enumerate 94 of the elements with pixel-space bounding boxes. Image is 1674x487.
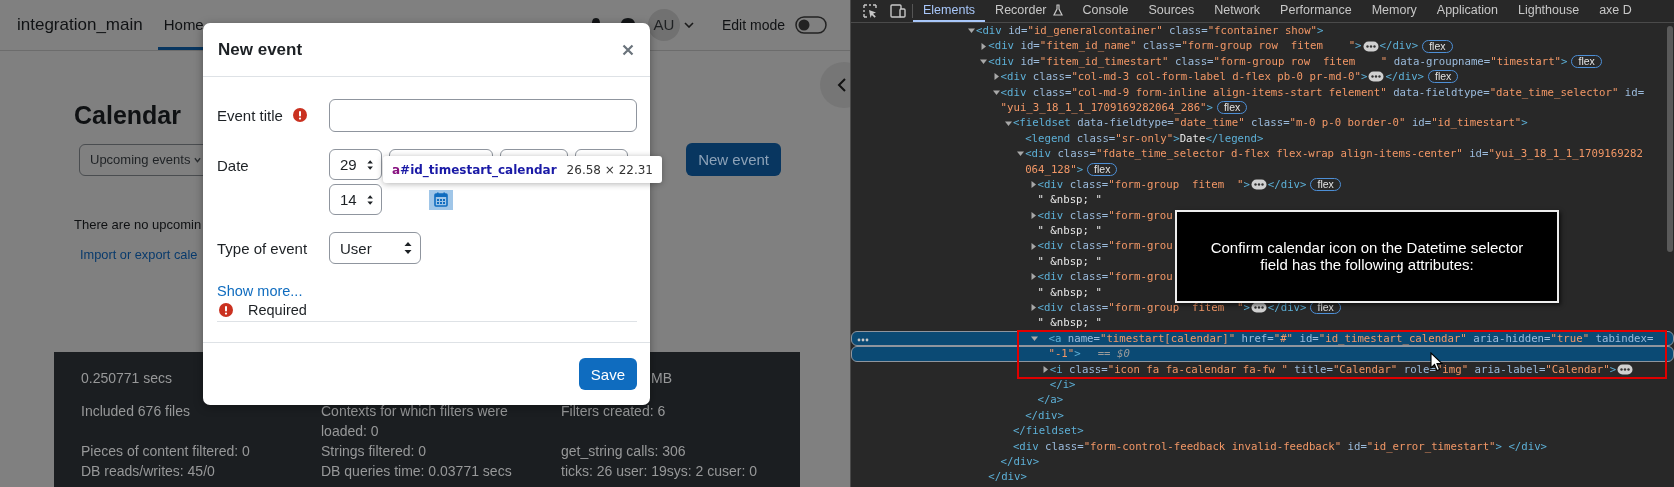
expanded-arrow-icon[interactable] xyxy=(1029,334,1039,343)
expanded-arrow-icon[interactable] xyxy=(1016,149,1026,159)
page-heading: Calendar xyxy=(74,100,181,130)
show-more-link[interactable]: Show more... xyxy=(217,282,637,300)
save-button[interactable]: Save xyxy=(578,358,637,390)
element-selector: a#id_timestart_calendar xyxy=(392,162,557,177)
text-node[interactable]: " &nbsp; " xyxy=(1037,284,1102,301)
closing-tag: </a> xyxy=(1037,392,1064,408)
devtools-tab[interactable]: Network xyxy=(1204,0,1271,22)
text-node[interactable]: " &nbsp; " xyxy=(1037,223,1102,239)
closing-tag: </i> xyxy=(1049,377,1076,393)
closing-tag: </div> xyxy=(1267,176,1307,193)
devtools-tab[interactable]: Memory xyxy=(1361,0,1427,22)
closing-tag: </div> xyxy=(1385,69,1424,85)
close-icon[interactable] xyxy=(622,43,634,56)
ellipsis-icon[interactable] xyxy=(1368,71,1385,83)
code-line[interactable]: <div id="fitem_id_timestart" class="form-group row fitem " data-groupname="timestart"> xyxy=(988,53,1568,70)
code-line[interactable]: <div class="form-grou xyxy=(1037,238,1173,254)
footer-stat: Pieces of content filtered: 0 xyxy=(81,442,250,461)
type-select[interactable]: User xyxy=(329,232,421,264)
date-select[interactable]: 29 xyxy=(329,149,382,180)
code-line[interactable]: "-1"> xyxy=(1048,346,1081,362)
closing-tag: </fieldset> xyxy=(1012,423,1084,439)
required-icon xyxy=(219,303,233,317)
required-note: Required xyxy=(248,302,307,318)
devtools-tab[interactable]: Performance xyxy=(1270,0,1362,22)
closing-tag: </div> xyxy=(988,469,1027,485)
new-event-button[interactable]: New event xyxy=(686,143,781,176)
code-line[interactable]: "yui_3_18_1_1_1709169282064_286"> xyxy=(1000,99,1213,116)
expanded-arrow-icon[interactable] xyxy=(967,26,976,36)
footer-stat: Included 676 files xyxy=(81,402,190,421)
calendar-icon[interactable] xyxy=(429,189,453,210)
flask-icon xyxy=(1052,4,1063,16)
caret-icon[interactable] xyxy=(683,22,694,28)
code-line[interactable]: <fieldset data-fieldtype="date_time" class="m-0 p-0 border-0" id="id_timestart"> xyxy=(1012,115,1528,131)
device-toolbar-icon[interactable] xyxy=(890,4,906,18)
footer-stat: DB queries time: 0.03771 secs xyxy=(321,462,512,481)
code-line[interactable]: <legend class="sr-only">Date</legend> xyxy=(1025,130,1264,147)
code-line[interactable]: <div id="fitem_id_name" class="form-group row fitem "> xyxy=(988,38,1362,54)
more-icon[interactable] xyxy=(857,337,869,342)
code-line[interactable]: <div class="fdate_time_selector d-flex flex-wrap align-items-center" id="yui_3_18_1_1_1709169282 xyxy=(1025,146,1643,162)
closing-tag: </div> xyxy=(1025,407,1064,424)
ellipsis-icon[interactable] xyxy=(1362,40,1379,52)
empty-message: There are no upcomin xyxy=(74,216,202,234)
footer-stat: Filters created: 6 xyxy=(561,402,666,421)
dialog-title: New event xyxy=(218,39,303,60)
ellipsis-icon[interactable] xyxy=(1617,363,1634,375)
field-label: Type of event xyxy=(217,239,308,257)
footer-stat: Contexts for which filters were loaded: 0 xyxy=(321,402,509,441)
toggle-switch[interactable] xyxy=(795,16,827,34)
edit-mode-label: Edit mode xyxy=(721,17,785,33)
code-line[interactable]: <i class="icon fa fa-calendar fa-fw " title="Calendar" role="img" aria-label="Calendar"> xyxy=(1049,361,1617,377)
code-line[interactable]: <div class="form-control-feedback invalid-feedback" id="id_error_timestart"> </div> xyxy=(1012,438,1548,454)
devtools-tab[interactable]: Lighthouse xyxy=(1508,0,1590,22)
code-line[interactable]: <div id="id_generalcontainer" class="fcontainer show"> xyxy=(976,23,1324,39)
text-field[interactable] xyxy=(329,99,637,132)
devtools-tab[interactable]: Sources xyxy=(1138,0,1205,22)
text-node[interactable]: " &nbsp; " xyxy=(1037,253,1102,270)
footer-stat: ticks: 26 user: 19sys: 2 cuser: 0 xyxy=(561,462,758,481)
code-line[interactable]: <div class="col-md-9 form-inline align-items-start felement" data-fieldtype="date_time_selector" id= xyxy=(1000,84,1645,100)
devtools-tab[interactable]: Application xyxy=(1426,0,1508,22)
element-size: 26.58 × 22.31 xyxy=(566,162,653,177)
devtools-tab[interactable]: axe D xyxy=(1589,0,1642,22)
text-node[interactable]: " &nbsp; " xyxy=(1037,315,1102,331)
footer-stat: DB reads/writes: 45/0 xyxy=(81,462,215,481)
code-line[interactable]: <div class="col-md-3 col-form-label d-flex pb-0 pr-md-0"> xyxy=(1000,69,1368,85)
footer-stat: get_string calls: 306 xyxy=(561,442,686,461)
devtools-tab[interactable]: Console xyxy=(1072,0,1139,22)
closing-tag: </div> xyxy=(1000,453,1040,470)
caret-icon xyxy=(404,241,412,255)
ellipsis-icon[interactable] xyxy=(1250,179,1267,191)
scrollbar[interactable] xyxy=(1667,26,1673,252)
callout-text: Confirm calendar icon on the Datetime selector field has the following attributes: xyxy=(1209,239,1525,273)
footer-stat: MB xyxy=(651,369,672,388)
code-line[interactable]: <div class="form-grou xyxy=(1037,207,1173,224)
code-line[interactable]: <div class="form-group fitem "> xyxy=(1037,300,1250,316)
closing-tag: </div> xyxy=(1379,38,1419,54)
console-reference: == $0 xyxy=(1097,347,1130,361)
footer-stat: 0.250771 secs xyxy=(81,369,173,388)
field-label: Event title xyxy=(217,106,283,124)
code-line[interactable]: <div class="form-group fitem "> xyxy=(1037,176,1250,193)
field-label: Date xyxy=(217,156,249,174)
code-line[interactable]: 064_128"> xyxy=(1025,161,1084,177)
collapsed-arrow-icon[interactable] xyxy=(979,41,989,51)
devtools-tab[interactable]: Recorder xyxy=(985,0,1073,22)
chevron-left-icon xyxy=(837,78,847,92)
date-select[interactable]: 14 xyxy=(329,184,382,215)
inspect-icon[interactable] xyxy=(863,4,877,18)
code-line[interactable]: <div class="form-grou xyxy=(1037,269,1173,285)
closing-tag: </div> xyxy=(1267,300,1307,316)
devtools-tab[interactable]: Elements xyxy=(913,0,986,22)
text-node[interactable]: " &nbsp; " xyxy=(1037,192,1102,208)
footer-stat: Strings filtered: 0 xyxy=(321,442,427,461)
site-name[interactable]: integration_main xyxy=(17,15,143,35)
